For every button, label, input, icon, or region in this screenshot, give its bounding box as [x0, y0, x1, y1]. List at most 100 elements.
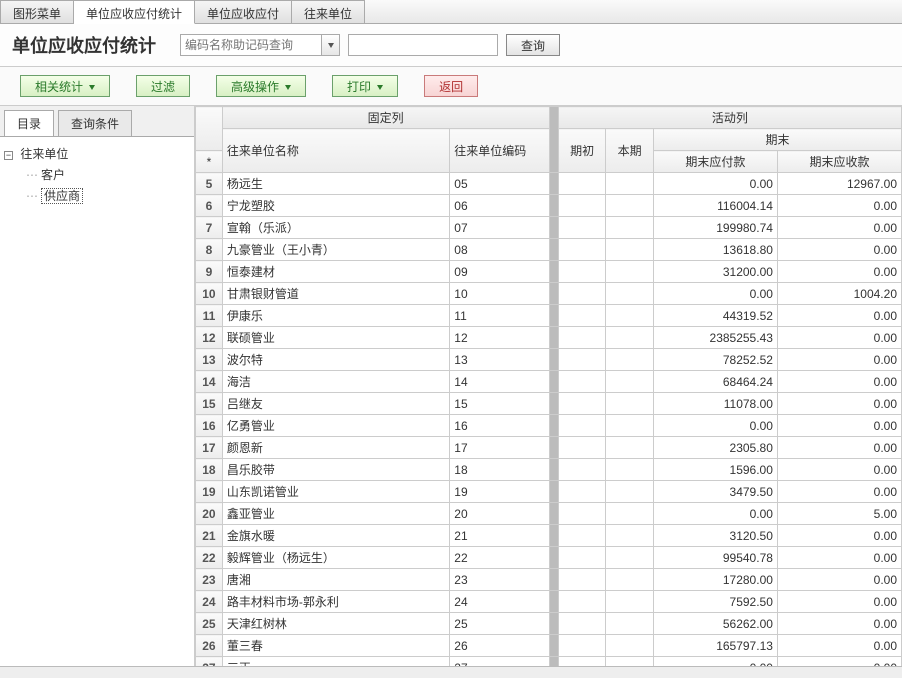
top-tab-1[interactable]: 单位应收应付统计 [74, 0, 195, 24]
row-number: 24 [196, 591, 223, 613]
cell-end-recv: 0.00 [777, 657, 901, 667]
col-rownum[interactable] [196, 107, 223, 151]
table-row[interactable]: 9恒泰建材0931200.000.00 [196, 261, 902, 283]
search-combo[interactable] [180, 34, 340, 56]
column-separator [549, 327, 558, 349]
left-tabs: 目录查询条件 [0, 106, 194, 137]
cell-begin [558, 327, 606, 349]
table-row[interactable]: 21金旗水暖213120.500.00 [196, 525, 902, 547]
column-separator [549, 459, 558, 481]
top-tab-0[interactable]: 图形菜单 [0, 0, 74, 23]
cell-end-recv: 0.00 [777, 437, 901, 459]
table-row[interactable]: 11伊康乐1144319.520.00 [196, 305, 902, 327]
top-tab-3[interactable]: 往来单位 [292, 0, 365, 23]
related-stats-button[interactable]: 相关统计 [20, 75, 110, 97]
col-end-pay[interactable]: 期末应付款 [653, 151, 777, 173]
cell-end-pay: 3479.50 [653, 481, 777, 503]
table-row[interactable]: 6宁龙塑胶06116004.140.00 [196, 195, 902, 217]
table-row[interactable]: 10甘肃银财管道100.001004.20 [196, 283, 902, 305]
search-combo-input[interactable] [181, 35, 321, 55]
cell-name: 吕继友 [222, 393, 449, 415]
cell-code: 19 [450, 481, 549, 503]
tree-root-row[interactable]: − 往来单位 [4, 143, 190, 164]
table-row[interactable]: 19山东凯诺管业193479.500.00 [196, 481, 902, 503]
tree-node[interactable]: 客户 [4, 164, 190, 185]
cell-name: 唐湘 [222, 569, 449, 591]
cell-name: 海洁 [222, 371, 449, 393]
search-input[interactable] [348, 34, 498, 56]
col-star[interactable]: * [196, 151, 223, 173]
cell-end-pay: 2305.80 [653, 437, 777, 459]
col-begin[interactable]: 期初 [558, 129, 606, 173]
row-number: 22 [196, 547, 223, 569]
back-button[interactable]: 返回 [424, 75, 478, 97]
top-tab-2[interactable]: 单位应收应付 [195, 0, 292, 23]
advanced-button[interactable]: 高级操作 [216, 75, 306, 97]
horizontal-scrollbar[interactable] [0, 666, 902, 678]
table-row[interactable]: 20鑫亚管业200.005.00 [196, 503, 902, 525]
cell-begin [558, 305, 606, 327]
row-number: 8 [196, 239, 223, 261]
cell-code: 23 [450, 569, 549, 591]
print-button[interactable]: 打印 [332, 75, 398, 97]
table-row[interactable]: 23唐湘2317280.000.00 [196, 569, 902, 591]
col-end[interactable]: 期末 [653, 129, 901, 151]
column-separator [549, 481, 558, 503]
table-row[interactable]: 24路丰材料市场-郭永利247592.500.00 [196, 591, 902, 613]
cell-end-recv: 0.00 [777, 481, 901, 503]
table-row[interactable]: 17颜恩新172305.800.00 [196, 437, 902, 459]
table-row[interactable]: 15吕继友1511078.000.00 [196, 393, 902, 415]
table-row[interactable]: 26董三春26165797.130.00 [196, 635, 902, 657]
filter-button[interactable]: 过滤 [136, 75, 190, 97]
left-tab-1[interactable]: 查询条件 [58, 110, 132, 136]
cell-current [606, 371, 654, 393]
table-row[interactable]: 12联硕管业122385255.430.00 [196, 327, 902, 349]
table-row[interactable]: 22毅辉管业（杨远生）2299540.780.00 [196, 547, 902, 569]
table-row[interactable]: 14海洁1468464.240.00 [196, 371, 902, 393]
row-number: 9 [196, 261, 223, 283]
table-row[interactable]: 25天津红树林2556262.000.00 [196, 613, 902, 635]
column-separator[interactable] [549, 107, 558, 173]
cell-end-recv: 0.00 [777, 525, 901, 547]
cell-end-recv: 0.00 [777, 327, 901, 349]
row-number: 15 [196, 393, 223, 415]
cell-current [606, 261, 654, 283]
tree-node[interactable]: 供应商 [4, 185, 190, 206]
cell-end-recv: 0.00 [777, 635, 901, 657]
cell-current [606, 547, 654, 569]
cell-end-recv: 0.00 [777, 371, 901, 393]
tree-node-label: 供应商 [41, 188, 83, 204]
col-name-h1[interactable]: 往来单位名称 [222, 129, 449, 173]
collapse-icon[interactable]: − [4, 151, 13, 160]
col-current[interactable]: 本期 [606, 129, 654, 173]
cell-end-pay: 165797.13 [653, 635, 777, 657]
cell-name: 宁龙塑胶 [222, 195, 449, 217]
cell-name: 亿勇管业 [222, 415, 449, 437]
table-row[interactable]: 13波尔特1378252.520.00 [196, 349, 902, 371]
query-button[interactable]: 查询 [506, 34, 560, 56]
cell-end-recv: 0.00 [777, 349, 901, 371]
column-separator [549, 371, 558, 393]
cell-end-recv: 0.00 [777, 217, 901, 239]
column-separator [549, 547, 558, 569]
column-separator [549, 503, 558, 525]
table-row[interactable]: 5杨远生050.0012967.00 [196, 173, 902, 195]
dropdown-icon [371, 79, 383, 93]
column-separator [549, 217, 558, 239]
table-row[interactable]: 16亿勇管业160.000.00 [196, 415, 902, 437]
col-code-h1[interactable]: 往来单位编码 [450, 129, 549, 173]
search-combo-dropdown[interactable] [321, 35, 339, 55]
table-row[interactable]: 27三正270.000.00 [196, 657, 902, 667]
cell-end-recv: 0.00 [777, 239, 901, 261]
table-row[interactable]: 7宣翰（乐派）07199980.740.00 [196, 217, 902, 239]
table-row[interactable]: 8九豪管业（王小青）0813618.800.00 [196, 239, 902, 261]
table-row[interactable]: 18昌乐胶带181596.000.00 [196, 459, 902, 481]
column-separator [549, 393, 558, 415]
cell-end-pay: 199980.74 [653, 217, 777, 239]
group-fixed: 固定列 [222, 107, 549, 129]
cell-name: 天津红树林 [222, 613, 449, 635]
cell-current [606, 459, 654, 481]
column-separator [549, 261, 558, 283]
left-tab-0[interactable]: 目录 [4, 110, 54, 136]
col-end-recv[interactable]: 期末应收款 [777, 151, 901, 173]
